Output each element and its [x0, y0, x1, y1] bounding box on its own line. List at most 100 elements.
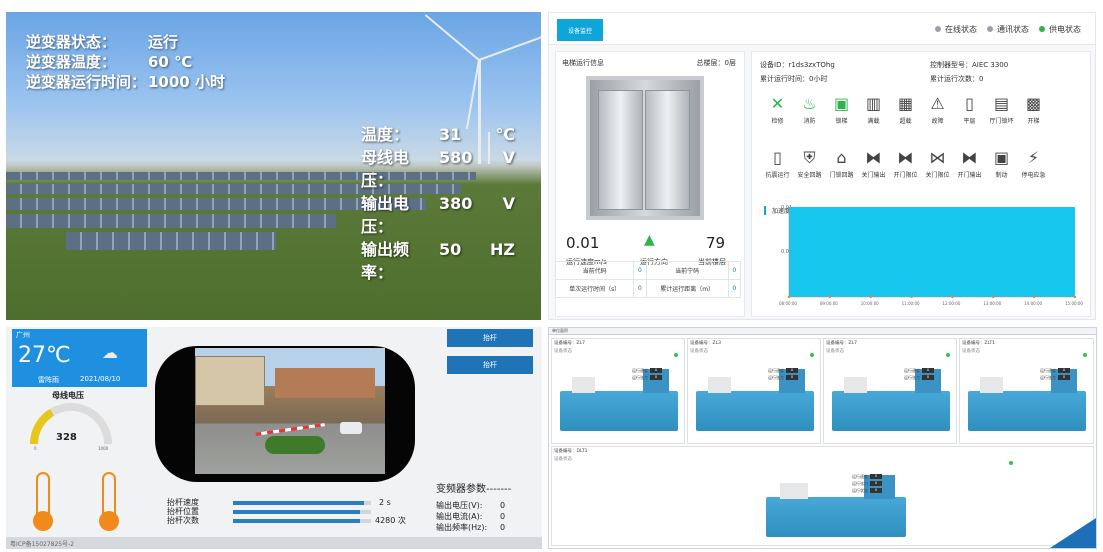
- status-indicator: ⚡ 停电应急: [1018, 148, 1049, 179]
- floor-count: 总楼层：0层: [697, 58, 736, 68]
- param-row: 输出电流(A): 0: [436, 511, 511, 522]
- value-box: 0: [650, 375, 662, 380]
- x-tick-label: 12:00:00: [942, 301, 960, 306]
- indicator-label: 开门限位: [893, 172, 918, 179]
- wind-turbine-blade: [478, 35, 541, 61]
- inverter-status-value: 运行: [148, 33, 179, 51]
- indicator-label: 安全回路: [797, 172, 822, 179]
- door-lock-circuit-icon: ⌂: [836, 148, 847, 167]
- barrier-arm: [255, 423, 325, 436]
- machine-values: 运行速度 0 运行张力 0: [1040, 367, 1070, 381]
- reading-value: 31: [439, 125, 462, 144]
- logo[interactable]: 设备监控: [557, 19, 603, 41]
- brake-icon: ▣: [993, 148, 1010, 167]
- param-row: 输出频率(Hz): 0: [436, 522, 511, 533]
- inverter-runtime-label: 逆变器运行时间：: [26, 73, 147, 91]
- barrier-stats: 抬杆速度 2 s 抬杆位置 抬杆次数 4280 次: [167, 498, 406, 525]
- indicator-label: 开门输出: [957, 172, 982, 179]
- stat-fill: [233, 509, 360, 514]
- run-time: 累计运行时间：0小时: [760, 75, 828, 83]
- solar-panel-row: [66, 232, 276, 250]
- status-indicator: ⌂ 门锁回路: [826, 148, 857, 179]
- machine-cell-large[interactable]: 设备编号：DLT1 设备状态 运行速度 0 运行张力 0 运行状态 0: [551, 446, 1094, 546]
- wind-turbine-blade: [424, 14, 480, 61]
- status-label: 通讯状态: [997, 25, 1029, 34]
- floor-count-label: 总楼层：: [696, 59, 725, 67]
- stat-track: [233, 518, 371, 523]
- machine-values: 运行速度 0 运行张力 0: [768, 367, 798, 381]
- indicator-label: 超载: [899, 118, 912, 125]
- indicator-label: 关门限位: [925, 172, 950, 179]
- acceleration-chart: 0.01 0.005 08:00:00 09:00:00 10:00:00 11:00…: [779, 205, 1083, 306]
- reading-unit: HZ: [490, 240, 515, 259]
- car: [340, 422, 362, 434]
- data-point: [992, 295, 995, 299]
- indicator-label: 满载: [867, 118, 880, 125]
- panel-icon: ▩: [1025, 94, 1042, 113]
- field-label: 运行张力: [768, 374, 784, 380]
- reading-unit: ℃: [495, 125, 515, 144]
- green-island: [265, 436, 325, 454]
- wrench-icon: ✕: [770, 94, 785, 113]
- status-dot: [1083, 353, 1087, 357]
- x-tick-label: 11:00:00: [902, 301, 920, 306]
- raise-arm-button-2[interactable]: 抬杆: [447, 356, 533, 374]
- stat-track: [233, 509, 371, 514]
- x-tick-label: 08:00:00: [779, 301, 797, 306]
- machine-cell[interactable]: 设备编号：ZL7 设备状态 运行速度 0 运行张力 0: [823, 338, 957, 444]
- raise-arm-button[interactable]: 抬杆: [447, 329, 533, 347]
- inverter-temp-label: 逆变器温度：: [26, 53, 117, 71]
- x-tick-label: 14:00:00: [1024, 301, 1042, 306]
- cloud-rain-icon: ☁: [102, 343, 118, 362]
- inverter-info: 逆变器状态： 运行 逆变器温度： 60 ℃ 逆变器运行时间： 1000 小时: [26, 32, 225, 92]
- value-box: 0: [922, 368, 934, 373]
- machine-title: 设备编号：DLT1: [554, 449, 588, 454]
- field-label: 运行速度: [852, 473, 868, 479]
- speed-value: 0.01: [566, 234, 600, 252]
- level-icon: ▯: [965, 94, 974, 113]
- controller-model: 控制器型号：AIEC 3300: [930, 61, 1009, 69]
- machine-cell[interactable]: 设备编号：ZLT1 设备状态 运行速度 0 运行张力 0: [959, 338, 1094, 444]
- value-box: 0: [786, 368, 798, 373]
- machine-values: 运行速度 0 运行张力 0: [632, 367, 662, 381]
- status-indicator: ▤ 厅门锁坏: [986, 94, 1017, 125]
- field-label: 运行状态: [852, 487, 868, 493]
- run-count: 累计运行次数：0: [930, 75, 984, 83]
- door-lock-icon: ▤: [993, 94, 1010, 113]
- close-limit-icon: ⋈: [929, 148, 946, 167]
- indicator-label: 开梯: [1027, 118, 1040, 125]
- elevator-status-table: 当前代码 0 当前宁码 0 单次运行时间（s） 0 累计运行距离（m） 0: [554, 261, 742, 298]
- status-indicator: ⋈ 关门限位: [922, 148, 953, 179]
- machine-sub: 设备状态: [690, 349, 708, 354]
- value-box: 0: [870, 488, 882, 493]
- stat-value: 4280 次: [375, 516, 406, 525]
- building: [275, 368, 375, 398]
- icp-footer[interactable]: 粤ICP备15027825号-2: [6, 537, 542, 549]
- machine-values: 运行速度 0 运行张力 0 运行状态 0: [852, 473, 882, 494]
- status-icons-row-1: ✕ 检修 ♨ 消防 ▣ 锁梯 ▥ 满载 ▦ 超载 ⚠ 故障 ▯ 平层 ▤ 厅门锁坏 ▩ 开梯: [762, 94, 1050, 125]
- reading-value: 380: [439, 194, 473, 213]
- machine-monitor: 单位面积 设备编号：ZL7 设备状态 运行速度 0 运行张力 0 设备编号：ZL3 …: [548, 327, 1097, 549]
- stat-label: 抬杆次数: [167, 516, 199, 525]
- gauge-max: 1000: [98, 446, 109, 450]
- machine-cell[interactable]: 设备编号：ZL7 设备状态 运行速度 0 运行张力 0: [551, 338, 685, 444]
- status-indicator: ⧓ 关门输出: [858, 148, 889, 179]
- value-box: 0: [650, 368, 662, 373]
- machine-image: [832, 369, 950, 431]
- indicator-label: 故障: [931, 118, 944, 125]
- open-door-icon: ⧓: [961, 148, 978, 167]
- gauge-fill: [30, 408, 55, 445]
- elevator-monitor: 设备监控 在线状态 通讯状态 供电状态 电梯运行信息 总楼层：0层 0.01 运…: [548, 12, 1096, 320]
- machine-cell[interactable]: 设备编号：ZL3 设备状态 运行速度 0 运行张力 0: [687, 338, 821, 444]
- direction-up-icon: ▲: [644, 232, 655, 248]
- table-cell: 0: [727, 261, 742, 280]
- barrier-monitor: 广州 27℃ ☁ 雷阵雨 2021/08/10 母线电压 328 0 1000 …: [6, 327, 542, 549]
- solar-panel-row: [6, 214, 336, 228]
- value-box: 0: [1058, 375, 1070, 380]
- status-indicator: ▩ 开梯: [1018, 94, 1049, 125]
- stat-row: 抬杆次数 4280 次: [167, 516, 406, 525]
- table-cell: 当前代码: [554, 261, 635, 280]
- elevator-header: 设备监控 在线状态 通讯状态 供电状态: [549, 13, 1095, 45]
- machine-sub: 设备状态: [554, 349, 572, 354]
- machine-values: 运行速度 0 运行张力 0: [904, 367, 934, 381]
